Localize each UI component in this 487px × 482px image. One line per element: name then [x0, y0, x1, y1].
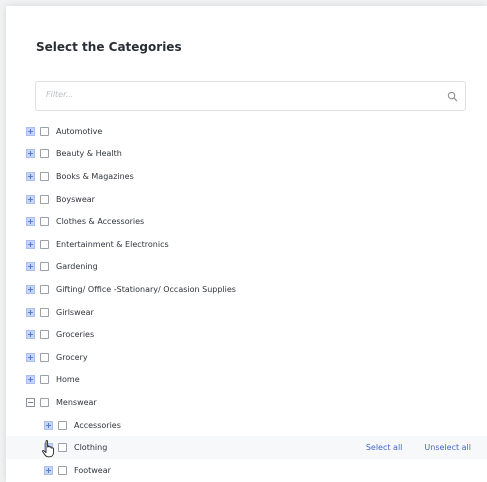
expand-icon[interactable]: +: [26, 171, 35, 181]
expand-icon[interactable]: +: [26, 262, 35, 272]
category-checkbox[interactable]: [40, 262, 49, 272]
filter-input[interactable]: [44, 89, 438, 100]
category-label: Gardening: [56, 262, 98, 272]
category-checkbox[interactable]: [40, 307, 49, 317]
category-label: Menswear: [56, 397, 97, 407]
tree-row-menswear-accessories[interactable]: + Accessories: [6, 414, 487, 437]
category-checkbox[interactable]: [40, 330, 49, 340]
expand-icon[interactable]: +: [44, 465, 53, 475]
hand-pointer-icon: [42, 440, 54, 458]
row-actions: Select all Unselect all: [366, 436, 471, 459]
category-label: Books & Magazines: [56, 171, 134, 181]
expand-icon[interactable]: +: [44, 420, 53, 430]
category-label: Automotive: [56, 126, 103, 136]
tree-row-home[interactable]: + Home: [6, 369, 487, 392]
tree-row-boyswear[interactable]: + Boyswear: [6, 188, 487, 211]
category-label: Footwear: [74, 465, 111, 475]
expand-icon[interactable]: +: [26, 330, 35, 340]
category-label: Groceries: [56, 330, 95, 340]
select-all-link[interactable]: Select all: [366, 443, 403, 452]
unselect-all-link[interactable]: Unselect all: [424, 443, 471, 452]
tree-row-automotive[interactable]: + Automotive: [6, 120, 487, 143]
category-label: Entertainment & Electronics: [56, 239, 169, 249]
tree-row-grocery[interactable]: + Grocery: [6, 346, 487, 369]
expand-icon[interactable]: +: [26, 352, 35, 362]
category-checkbox[interactable]: [40, 149, 49, 159]
tree-row-entertainment-electronics[interactable]: + Entertainment & Electronics: [6, 233, 487, 256]
expand-icon[interactable]: +: [26, 375, 35, 385]
category-label: Clothing: [74, 443, 108, 453]
category-label: Gifting/ Office -Stationary/ Occasion Su…: [56, 284, 236, 294]
tree-row-groceries[interactable]: + Groceries: [6, 323, 487, 346]
category-checkbox[interactable]: [40, 239, 49, 249]
category-label: Boyswear: [56, 194, 95, 204]
tree-row-beauty-health[interactable]: + Beauty & Health: [6, 143, 487, 166]
category-checkbox[interactable]: [58, 420, 67, 430]
expand-icon[interactable]: +: [26, 126, 35, 136]
filter-box[interactable]: [35, 81, 466, 111]
category-checkbox[interactable]: [40, 397, 49, 407]
tree-row-gifting-office[interactable]: + Gifting/ Office -Stationary/ Occasion …: [6, 278, 487, 301]
category-checkbox[interactable]: [40, 171, 49, 181]
expand-icon[interactable]: +: [26, 194, 35, 204]
category-dialog: Select the Categories + Automotive + Bea…: [6, 6, 487, 482]
category-label: Accessories: [74, 420, 121, 430]
tree-row-girlswear[interactable]: + Girlswear: [6, 301, 487, 324]
category-checkbox[interactable]: [40, 126, 49, 136]
tree-row-books-magazines[interactable]: + Books & Magazines: [6, 165, 487, 188]
category-checkbox[interactable]: [40, 194, 49, 204]
tree-row-menswear-clothing[interactable]: + Clothing Select all Unselect all: [6, 436, 487, 459]
category-checkbox[interactable]: [58, 443, 67, 453]
category-checkbox[interactable]: [40, 284, 49, 294]
tree-row-menswear-footwear[interactable]: + Footwear: [6, 459, 487, 482]
expand-icon[interactable]: +: [26, 239, 35, 249]
collapse-icon[interactable]: −: [26, 397, 35, 407]
expand-icon[interactable]: +: [26, 284, 35, 294]
tree-row-menswear[interactable]: − Menswear: [6, 391, 487, 414]
category-label: Girlswear: [56, 307, 94, 317]
category-label: Grocery: [56, 352, 88, 362]
expand-icon[interactable]: +: [26, 149, 35, 159]
category-checkbox[interactable]: [40, 375, 49, 385]
category-label: Home: [56, 375, 80, 385]
category-tree: + Automotive + Beauty & Health + Books &…: [6, 120, 487, 482]
search-icon[interactable]: [447, 91, 458, 102]
tree-row-gardening[interactable]: + Gardening: [6, 256, 487, 279]
category-checkbox[interactable]: [58, 465, 67, 475]
category-label: Clothes & Accessories: [56, 217, 145, 227]
tree-row-clothes-accessories[interactable]: + Clothes & Accessories: [6, 210, 487, 233]
category-checkbox[interactable]: [40, 217, 49, 227]
expand-icon[interactable]: +: [26, 307, 35, 317]
dialog-title: Select the Categories: [36, 40, 182, 54]
category-label: Beauty & Health: [56, 149, 122, 159]
category-checkbox[interactable]: [40, 352, 49, 362]
expand-icon[interactable]: +: [26, 217, 35, 227]
